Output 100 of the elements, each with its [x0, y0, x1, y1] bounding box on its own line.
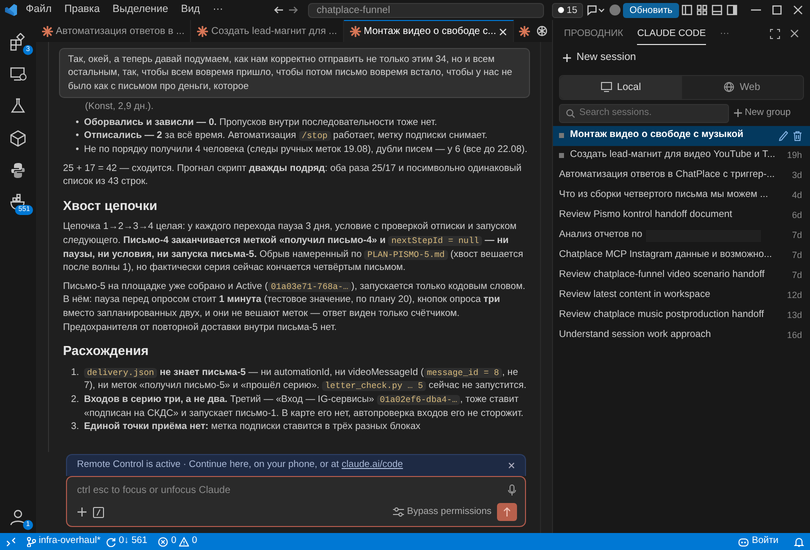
panel-tab[interactable]: CLAUDE CODE: [637, 22, 706, 45]
session-age: 6d: [790, 208, 802, 222]
back-arrow-icon[interactable]: [272, 4, 285, 16]
close-icon[interactable]: [790, 29, 799, 38]
chat-bubble-icon[interactable]: [586, 4, 606, 16]
monitor-icon: [600, 82, 612, 92]
notification-count[interactable]: 15: [552, 2, 584, 18]
session-item[interactable]: Review chatplace music postproduction handoff 13d: [553, 306, 810, 326]
grid-layout-icon[interactable]: [696, 4, 708, 16]
session-item[interactable]: Анализ отчетов по 7d: [553, 226, 810, 246]
inline-code: message_id = 8: [424, 368, 502, 378]
session-item[interactable]: Review latest content in workspace 12d: [553, 286, 810, 306]
send-button[interactable]: [497, 503, 517, 521]
remote-icon[interactable]: [6, 536, 16, 546]
branch-icon: [27, 536, 36, 546]
close-icon[interactable]: [508, 462, 515, 469]
message-composer[interactable]: ctrl esc to focus or unfocus Claude Bypass permissions: [66, 476, 526, 527]
session-title: Review Pismo kontrol handoff document: [559, 208, 732, 222]
session-title: Анализ отчетов по: [559, 228, 642, 242]
update-button[interactable]: Обновить: [623, 2, 678, 18]
sync-status[interactable]: 0↓ 561: [106, 534, 148, 549]
list-number: 3.: [71, 420, 80, 434]
maximize-icon[interactable]: [772, 5, 782, 15]
session-title: Автоматизация ответов в ChatPlace с триггер-...: [559, 168, 775, 182]
link[interactable]: claude.ai/code: [342, 458, 403, 472]
more-button[interactable]: ···: [720, 22, 730, 45]
bell-icon[interactable]: [794, 536, 804, 546]
problems-indicator[interactable]: 0 0: [158, 534, 198, 549]
secondary-sidebar-icon[interactable]: [726, 4, 738, 16]
paragraph: (Konst, 2,9 дн.).: [84, 100, 154, 114]
new-session-button[interactable]: New session: [553, 45, 810, 71]
menu-item[interactable]: Выделение: [108, 2, 174, 18]
session-age: 7d: [790, 268, 802, 282]
panel-layout-icon[interactable]: [710, 4, 723, 16]
session-title: Монтаж видео о свободе с музыкой: [570, 128, 744, 142]
python-icon[interactable]: [9, 161, 27, 179]
session-age: 16d: [786, 328, 802, 342]
session-item[interactable]: Understand session work approach 16d: [553, 326, 810, 346]
extensions-icon[interactable]: [9, 33, 27, 51]
mode-toggle[interactable]: Local: [560, 76, 682, 99]
banner-text: Remote Control is active · Continue here, on your phone, or at: [77, 458, 339, 472]
search-icon: [566, 108, 574, 118]
list-item: Входов в серию три, а не два. Третий — «Вход — IG-сервисы» 01a02ef6-dba4-… , тоже ставит «подписан на СКДС» и запускает письмо-1. В карте его нет, автопроверка входов его не сторожит.: [84, 392, 524, 420]
session-age: 3d: [790, 168, 802, 182]
flask-icon[interactable]: [9, 97, 27, 115]
section-heading: Хвост цепочки: [63, 196, 158, 215]
sign-in-button[interactable]: Войти: [738, 534, 778, 549]
cube-icon[interactable]: [9, 129, 27, 147]
menu-item[interactable]: Правка: [59, 2, 105, 18]
inline-code: letter_check.py … 5: [322, 381, 426, 392]
slash-command-icon[interactable]: [92, 506, 104, 518]
list-item: Единой точки приёма нет: метка подписки ставится в трёх разных блоках: [84, 420, 420, 434]
user-message: Так, окей, а теперь давай подумаем, как нам корректно отправить не только этим 34, но и всем остальным, так, чтобы всем вовремя пришло, чтобы потом письмо вовремя встало, чтобы у нас не было как с письмом про деньги, которое: [59, 48, 530, 98]
warning-icon: [179, 536, 190, 546]
session-item[interactable]: Review chatplace-funnel video scenario handoff 7d: [553, 266, 810, 286]
session-age: 13d: [786, 308, 802, 322]
inline-code: nextStepId = null: [388, 236, 482, 246]
search-field[interactable]: chatplace-funnel: [308, 2, 544, 18]
error-icon: [158, 536, 168, 546]
trash-icon[interactable]: [793, 130, 802, 140]
session-age: 7d: [790, 228, 802, 242]
editor-tab[interactable]: Монтаж видео о свободе с...: [344, 20, 514, 42]
panel-tab[interactable]: ПРОВОДНИК: [564, 22, 624, 45]
session-title: Создать lead-магнит для видео YouTube и T...: [570, 148, 776, 162]
monitor-icon[interactable]: [9, 65, 27, 83]
bullet: •: [74, 129, 79, 144]
session-age: 4d: [790, 188, 802, 202]
microphone-icon[interactable]: [507, 484, 517, 496]
asterisk-icon: [519, 26, 530, 36]
list-number: 2.: [71, 392, 80, 407]
menu-item[interactable]: Файл: [20, 2, 57, 18]
menu-item[interactable]: ···: [208, 2, 228, 18]
session-title: Review latest content in workspace: [559, 288, 710, 302]
asterisk-icon: [350, 26, 362, 37]
forward-arrow-icon[interactable]: [287, 4, 300, 16]
list-item: delivery.json не знает письма-5 — ни automationId, ни videoMessageId ( message_id = 8 , не 7), ни меток «получил письмо-5» и «прошёл серию». letter_check.py … 5 сейчас не запустится.: [84, 366, 528, 393]
mode-toggle[interactable]: Web: [682, 76, 803, 99]
sidebar-layout-icon[interactable]: [681, 4, 694, 16]
permission-mode-button[interactable]: Bypass permissions: [393, 504, 492, 520]
plus-icon[interactable]: [77, 507, 87, 517]
close-icon[interactable]: [793, 5, 804, 15]
session-item[interactable]: Chatplace MCP Instagram данные и возможно... 7d: [553, 246, 810, 266]
menu-item[interactable]: Вид: [176, 2, 205, 18]
branch-indicator[interactable]: infra-overhaul*: [27, 534, 101, 549]
fullscreen-icon[interactable]: [770, 28, 780, 39]
search-input[interactable]: Search sessions.: [577, 105, 722, 122]
session-item[interactable]: Автоматизация ответов в ChatPlace с триггер-... 3d: [553, 166, 810, 186]
search-field[interactable]: Search sessions.: [558, 104, 728, 123]
session-item[interactable]: Review Pismo kontrol handoff document 6d: [553, 206, 810, 226]
session-age: 12d: [786, 288, 802, 302]
new-group-button[interactable]: New group: [734, 106, 791, 120]
plus-icon: [734, 109, 742, 118]
session-item[interactable]: Монтаж видео о свободе с музыкой: [553, 126, 810, 146]
session-item[interactable]: Что из сборки четвертого письма мы можем ... 4d: [553, 186, 810, 206]
message-input[interactable]: ctrl esc to focus or unfocus Claude: [77, 482, 507, 498]
session-title: Chatplace MCP Instagram данные и возможно...: [559, 248, 772, 262]
pencil-icon[interactable]: [778, 130, 788, 140]
session-item[interactable]: Создать lead-магнит для видео YouTube и T... 19h: [553, 146, 810, 166]
account-avatar-icon[interactable]: [608, 4, 621, 16]
session-title: Что из сборки четвертого письма мы можем ...: [559, 188, 768, 202]
